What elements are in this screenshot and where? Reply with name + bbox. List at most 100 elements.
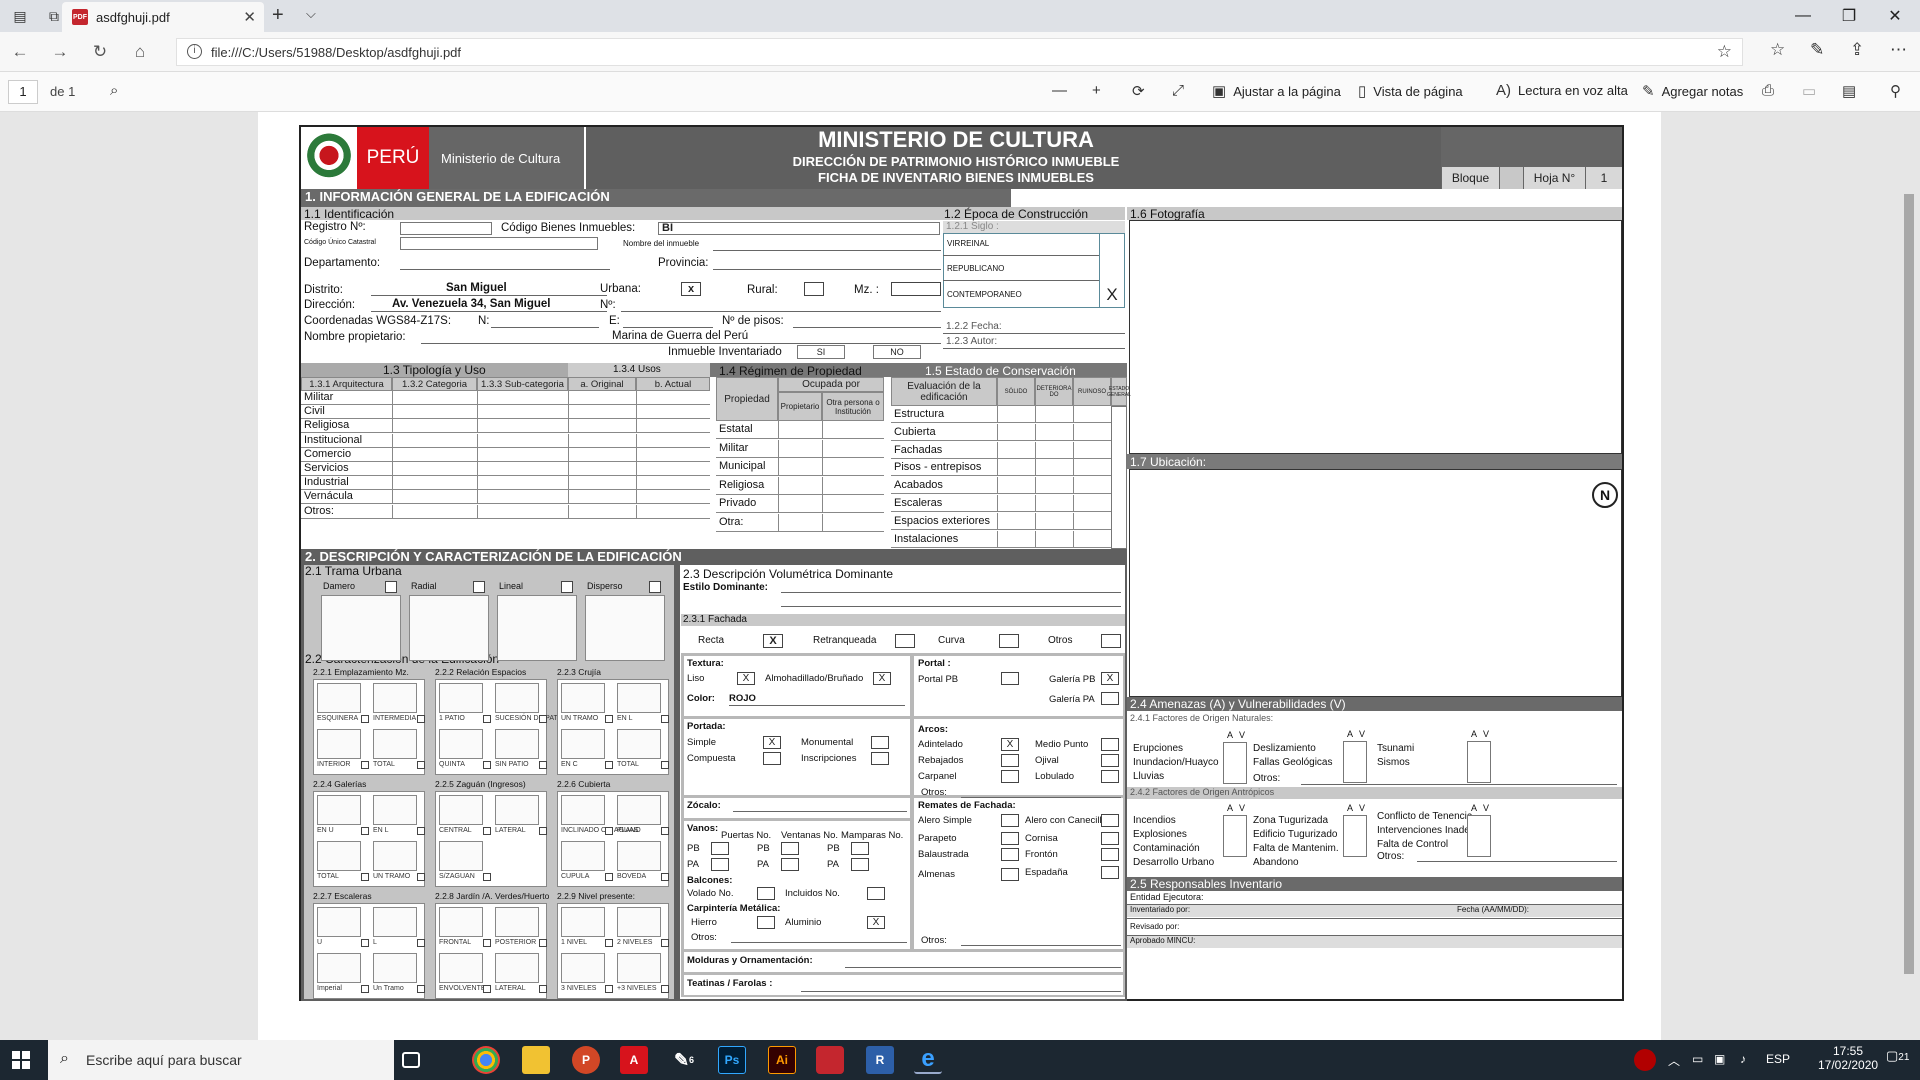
mz-field[interactable] bbox=[891, 282, 941, 296]
scrollbar-thumb[interactable] bbox=[1904, 194, 1914, 974]
pisos-line[interactable] bbox=[793, 327, 941, 328]
save-icon[interactable]: ▭ bbox=[1802, 82, 1816, 100]
ant-otros-line[interactable] bbox=[1417, 861, 1617, 862]
fit-page-button[interactable]: ▣ Ajustar a la página bbox=[1212, 82, 1341, 100]
inventariado-si[interactable]: SI bbox=[797, 345, 845, 359]
tray-chevron-icon[interactable]: ︿ bbox=[1668, 1052, 1680, 1069]
close-window-button[interactable]: ✕ bbox=[1872, 0, 1918, 32]
emplazamiento-option-checkbox[interactable] bbox=[361, 715, 369, 723]
cubierta-option-checkbox[interactable] bbox=[661, 873, 669, 881]
trama-lineal-checkbox[interactable] bbox=[561, 581, 573, 593]
alero-canecillos-checkbox[interactable] bbox=[1101, 814, 1119, 827]
save-as-icon[interactable]: ▤ bbox=[1842, 82, 1856, 100]
registro-field[interactable] bbox=[400, 222, 492, 235]
balaustrada-checkbox[interactable] bbox=[1001, 848, 1019, 861]
ant-group-1-av-cells[interactable] bbox=[1223, 815, 1247, 857]
rural-checkbox[interactable] bbox=[804, 282, 824, 296]
jardin-option-checkbox[interactable] bbox=[539, 985, 547, 993]
crujia-option-checkbox[interactable] bbox=[605, 761, 613, 769]
teatinas-line[interactable] bbox=[801, 991, 1121, 992]
escaleras-option-checkbox[interactable] bbox=[417, 939, 425, 947]
medio-punto-checkbox[interactable] bbox=[1101, 738, 1119, 751]
nivel-option-checkbox[interactable] bbox=[605, 985, 613, 993]
pdf-viewer[interactable]: PERÚ Ministerio de Cultura MINISTERIO DE… bbox=[0, 112, 1920, 1040]
tab-pdf[interactable]: PDF asdfghuji.pdf ✕ bbox=[62, 2, 264, 32]
escaleras-option-checkbox[interactable] bbox=[361, 939, 369, 947]
nat-group-1-av-cells[interactable] bbox=[1223, 742, 1247, 784]
revit-icon[interactable]: R bbox=[866, 1046, 894, 1074]
compuesta-checkbox[interactable] bbox=[763, 752, 781, 765]
galeria-pa-checkbox[interactable] bbox=[1101, 692, 1119, 705]
acrobat-icon[interactable]: A bbox=[620, 1046, 648, 1074]
carpanel-checkbox[interactable] bbox=[1001, 770, 1019, 783]
read-aloud-button[interactable]: A) Lectura en voz alta bbox=[1496, 82, 1628, 99]
zaguan-option-checkbox[interactable] bbox=[483, 827, 491, 835]
url-input[interactable]: i file:///C:/Users/51988/Desktop/asdfghu… bbox=[176, 38, 1743, 66]
galerias-option-checkbox[interactable] bbox=[361, 873, 369, 881]
zaguan-option-checkbox[interactable] bbox=[483, 873, 491, 881]
emplazamiento-option-checkbox[interactable] bbox=[417, 761, 425, 769]
new-tab-icon[interactable]: + bbox=[272, 4, 284, 27]
zoom-out-icon[interactable]: — bbox=[1052, 82, 1067, 99]
rebajados-checkbox[interactable] bbox=[1001, 754, 1019, 767]
liso-checkbox[interactable]: X bbox=[737, 672, 755, 685]
crujia-option-checkbox[interactable] bbox=[661, 761, 669, 769]
trama-damero-checkbox[interactable] bbox=[385, 581, 397, 593]
minimize-button[interactable]: — bbox=[1780, 0, 1826, 32]
chrome-icon[interactable] bbox=[472, 1046, 500, 1074]
pdf-reader-icon[interactable] bbox=[816, 1046, 844, 1074]
almohadillado-checkbox[interactable]: X bbox=[873, 672, 891, 685]
fullscreen-icon[interactable]: ⤢ bbox=[1172, 82, 1184, 99]
close-tab-icon[interactable]: ✕ bbox=[243, 8, 256, 26]
trama-disperso-checkbox[interactable] bbox=[649, 581, 661, 593]
relacion-option-checkbox[interactable] bbox=[483, 715, 491, 723]
ant-group-3-av-cells[interactable] bbox=[1467, 815, 1491, 857]
clock[interactable]: 17:55 17/02/2020 bbox=[1818, 1044, 1878, 1072]
fronton-checkbox[interactable] bbox=[1101, 848, 1119, 861]
ojival-checkbox[interactable] bbox=[1101, 754, 1119, 767]
share-icon[interactable]: ⇪ bbox=[1850, 40, 1864, 60]
photoshop-icon[interactable]: Ps bbox=[718, 1046, 746, 1074]
alero-simple-checkbox[interactable] bbox=[1001, 814, 1019, 827]
parapeto-checkbox[interactable] bbox=[1001, 832, 1019, 845]
departamento-line[interactable] bbox=[400, 269, 610, 270]
cornisa-checkbox[interactable] bbox=[1101, 832, 1119, 845]
e-line[interactable] bbox=[623, 327, 713, 328]
escaleras-option-checkbox[interactable] bbox=[361, 985, 369, 993]
back-icon[interactable]: ← bbox=[6, 40, 34, 64]
edge-icon[interactable]: e bbox=[914, 1045, 942, 1074]
trama-radial-checkbox[interactable] bbox=[473, 581, 485, 593]
language-indicator[interactable]: ESP bbox=[1766, 1052, 1790, 1066]
ant-group-2-av-cells[interactable] bbox=[1343, 815, 1367, 857]
nivel-option-checkbox[interactable] bbox=[661, 985, 669, 993]
battery-icon[interactable]: ▭ bbox=[1692, 1052, 1703, 1066]
relacion-option-checkbox[interactable] bbox=[483, 761, 491, 769]
inventariado-line[interactable] bbox=[1127, 918, 1622, 919]
pin-icon[interactable]: ⚲ bbox=[1890, 82, 1901, 100]
emplazamiento-option-checkbox[interactable] bbox=[361, 761, 369, 769]
crujia-option-checkbox[interactable] bbox=[605, 715, 613, 723]
remates-otros-line[interactable] bbox=[961, 945, 1121, 946]
jardin-option-checkbox[interactable] bbox=[483, 939, 491, 947]
vano-field[interactable] bbox=[711, 858, 729, 871]
color-line[interactable] bbox=[729, 705, 905, 706]
home-icon[interactable]: ⌂ bbox=[126, 40, 154, 64]
pen-icon[interactable]: ✎ bbox=[1810, 40, 1824, 60]
zocalo-line[interactable] bbox=[733, 811, 907, 812]
favorites-icon[interactable]: ☆ bbox=[1770, 40, 1785, 60]
antivirus-icon[interactable] bbox=[1634, 1049, 1656, 1071]
restore-button[interactable]: ❐ bbox=[1826, 0, 1872, 32]
cubierta-option-checkbox[interactable] bbox=[605, 873, 613, 881]
monumental-checkbox[interactable] bbox=[871, 736, 889, 749]
rotate-icon[interactable]: ⟳ bbox=[1132, 82, 1145, 100]
galerias-option-checkbox[interactable] bbox=[361, 827, 369, 835]
nat-otros-line[interactable] bbox=[1301, 784, 1617, 785]
galeria-pb-checkbox[interactable]: X bbox=[1101, 672, 1119, 685]
jardin-option-checkbox[interactable] bbox=[539, 939, 547, 947]
nivel-option-checkbox[interactable] bbox=[605, 939, 613, 947]
more-icon[interactable]: ⋯ bbox=[1890, 40, 1907, 60]
page-number-input[interactable]: 1 bbox=[8, 80, 38, 104]
vano-field[interactable] bbox=[851, 858, 869, 871]
arcos-otros-line[interactable] bbox=[961, 797, 1121, 798]
volado-field[interactable] bbox=[757, 887, 775, 900]
